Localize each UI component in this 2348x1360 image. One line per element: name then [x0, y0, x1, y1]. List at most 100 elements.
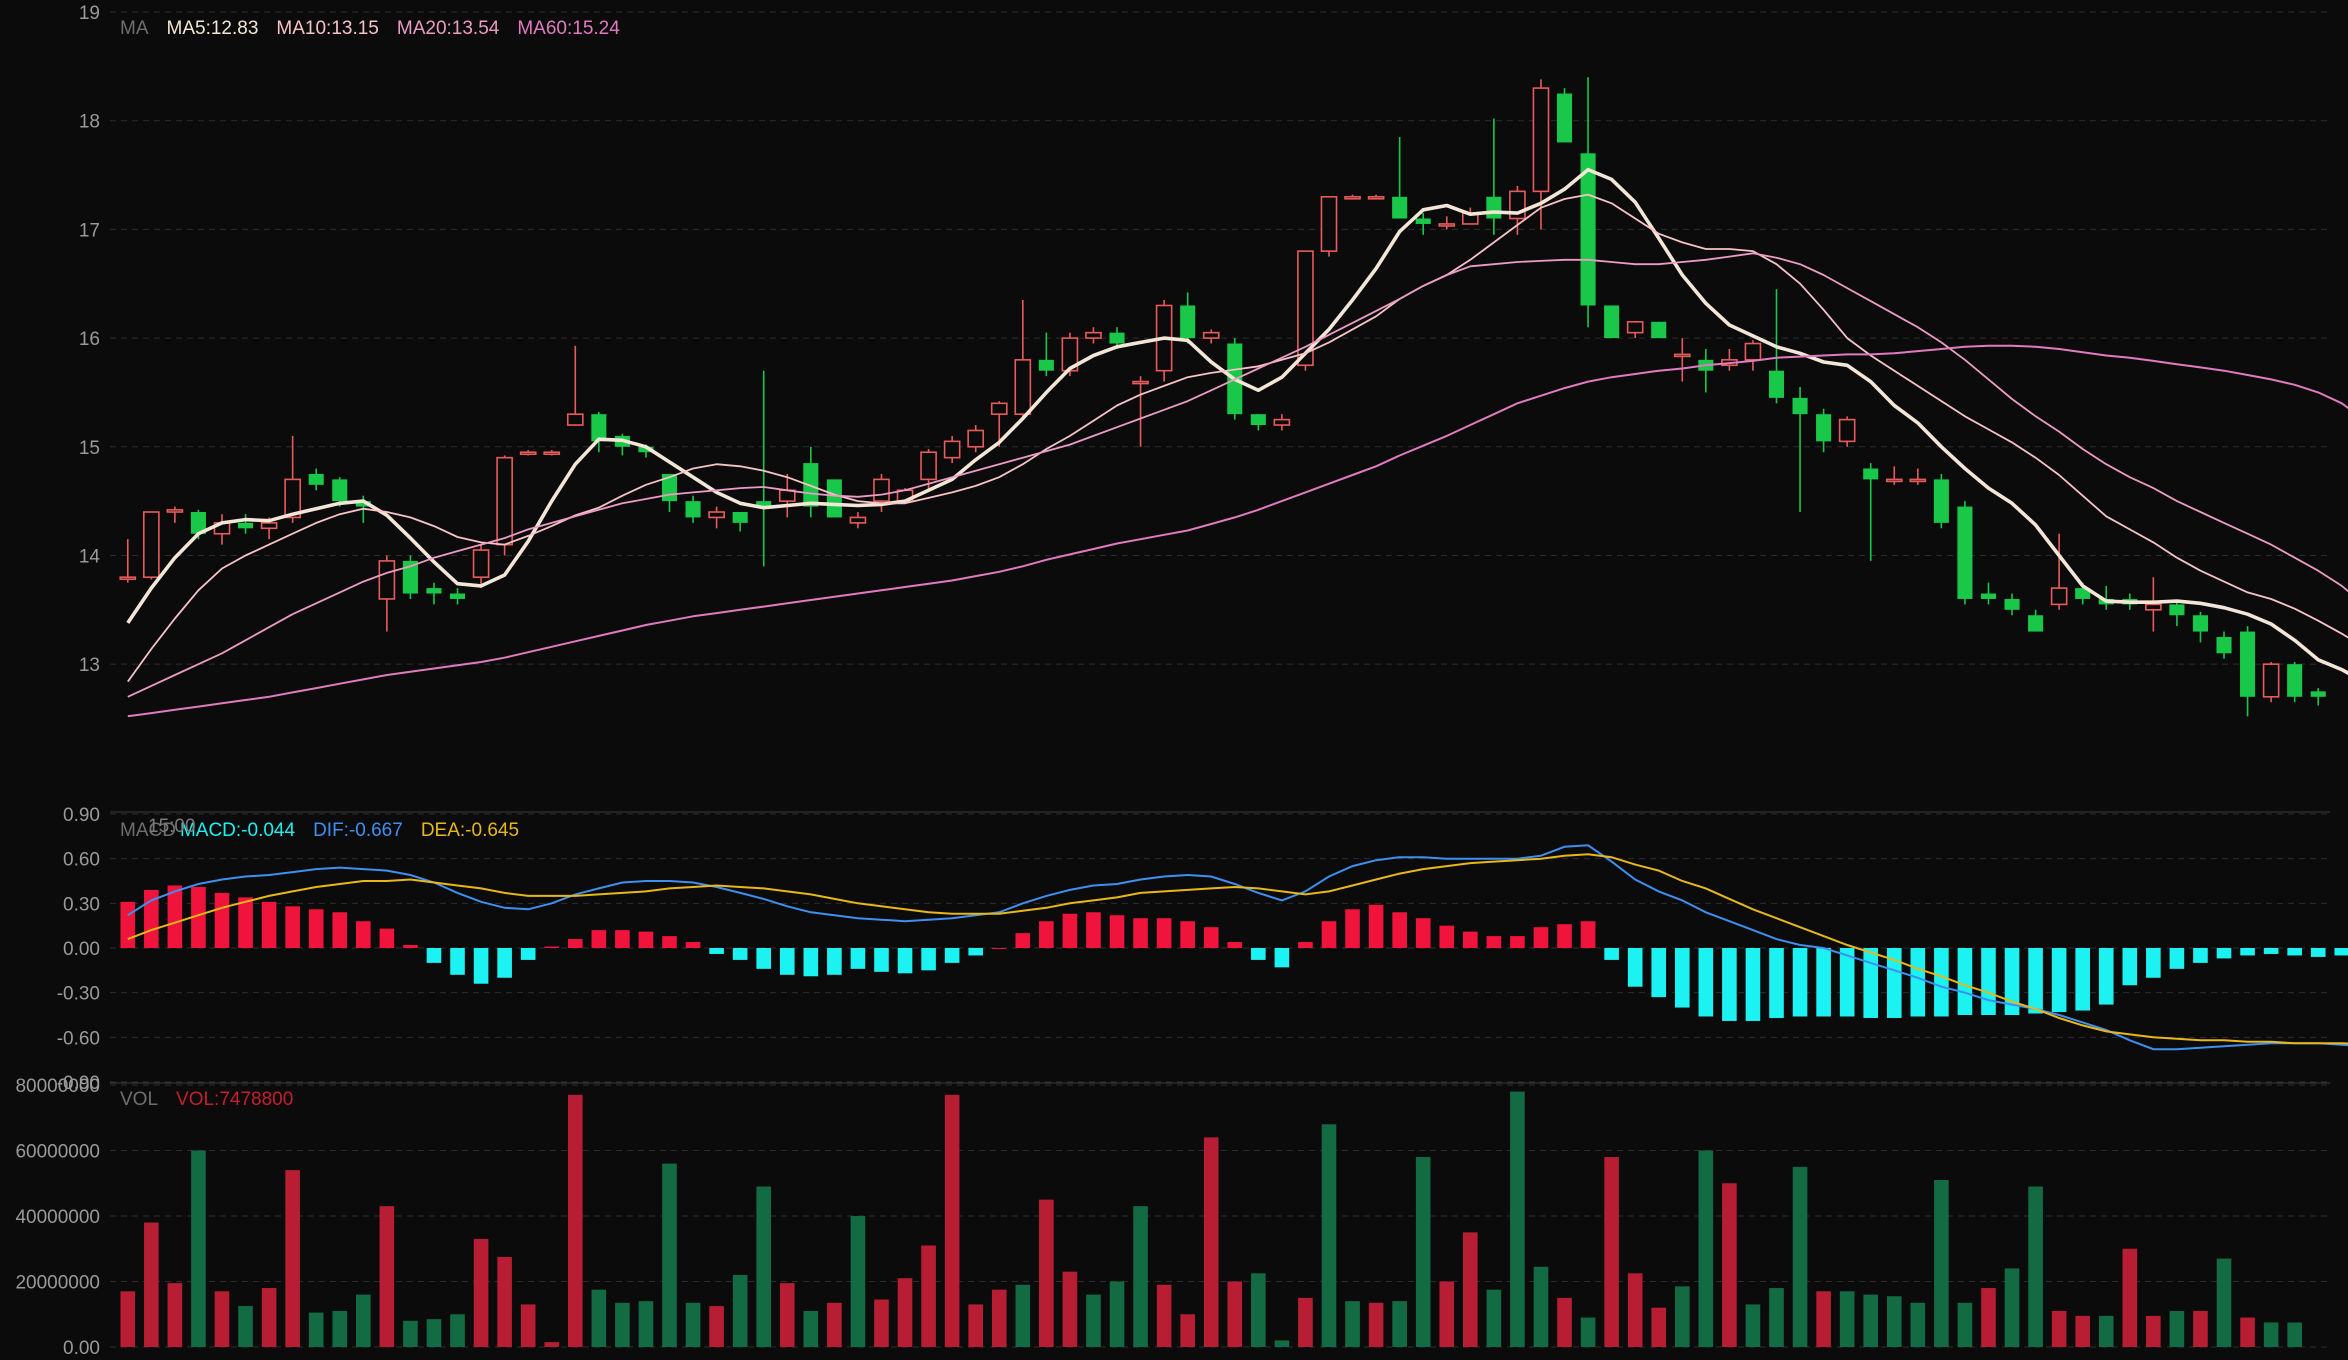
dif-value: DIF:-0.667	[313, 820, 403, 841]
time-value: 15:00	[148, 816, 196, 837]
candle-body-up	[1838, 418, 1856, 443]
macd-bar	[968, 948, 983, 956]
volume-bar	[1627, 1273, 1643, 1347]
candle-body-down	[1768, 370, 1785, 398]
volume-bar	[1486, 1289, 1502, 1347]
candle-body-down	[2310, 691, 2326, 697]
macd-bar	[1039, 921, 1054, 948]
candle-body-down	[1415, 218, 1431, 224]
volume-bar	[261, 1288, 277, 1347]
macd-bar	[1934, 948, 1949, 1017]
macd-bar	[2169, 948, 2185, 969]
macd-bar	[1321, 921, 1337, 948]
candle-body-down	[2216, 637, 2232, 654]
macd-bar	[1368, 904, 1384, 948]
candle-body-down	[2028, 615, 2044, 632]
macd-bar	[1698, 948, 1714, 1017]
macd-bar	[1816, 948, 1831, 1017]
macd-bar	[2240, 948, 2255, 956]
candle-body-up	[519, 451, 537, 456]
candle-body-up	[1744, 342, 1762, 361]
macd-tick-label: 0.60	[63, 850, 100, 871]
candle-body-down	[449, 593, 466, 599]
macd-bar	[1651, 948, 1667, 998]
macd-bar	[1745, 948, 1761, 1021]
volume-bar	[379, 1206, 395, 1347]
volume-bar	[968, 1304, 983, 1347]
candle-body-up	[1014, 359, 1032, 415]
volume-bar	[827, 1302, 842, 1347]
candle-body-up	[2145, 603, 2162, 611]
volume-bar	[1674, 1286, 1690, 1347]
volume-bar	[356, 1294, 371, 1347]
candle-body-down	[685, 501, 701, 518]
volume-bar	[238, 1306, 253, 1347]
price-tick-label: 16	[79, 329, 100, 350]
macd-bar	[332, 912, 348, 948]
macd-bar	[1133, 918, 1148, 948]
volume-bar	[2263, 1322, 2279, 1347]
volume-bar	[615, 1302, 630, 1347]
macd-bar	[685, 942, 701, 948]
volume-bar	[1580, 1317, 1596, 1347]
candle-body-up	[378, 560, 396, 600]
volume-bar	[756, 1186, 772, 1347]
candle-body-down	[1038, 359, 1054, 371]
volume-bar	[1180, 1314, 1195, 1347]
candle-body-down	[591, 414, 607, 442]
macd-bar	[238, 897, 253, 948]
volume-bar	[1439, 1281, 1455, 1347]
macd-bar	[1251, 948, 1266, 960]
volume-bar	[308, 1312, 324, 1347]
macd-bar	[1086, 912, 1101, 948]
volume-bar	[2004, 1268, 2020, 1347]
volume-bar	[944, 1094, 960, 1347]
volume-bar	[1298, 1297, 1313, 1347]
candle-body-up	[2050, 587, 2068, 606]
candle-body-down	[1816, 414, 1832, 442]
candle-body-down	[426, 588, 442, 594]
volume-bar	[1604, 1157, 1619, 1347]
volume-bar	[1510, 1091, 1525, 1347]
volume-bar	[1086, 1294, 1101, 1347]
candle-body-down	[2240, 631, 2256, 697]
candle-body-up	[1367, 195, 1385, 200]
macd-bar	[709, 948, 724, 954]
volume-bar	[2216, 1258, 2232, 1347]
price-tick-label: 15	[79, 438, 100, 459]
macd-bar	[1274, 948, 1290, 968]
volume-bar	[1274, 1340, 1290, 1347]
candle-body-up	[496, 456, 513, 546]
macd-bar	[2287, 948, 2302, 956]
volume-bar	[1062, 1271, 1078, 1347]
macd-bar	[1062, 913, 1078, 948]
volume-bar	[1015, 1284, 1031, 1347]
dea-value: DEA:-0.645	[420, 820, 520, 841]
macd-bar	[1463, 931, 1478, 948]
macd-bar	[1156, 918, 1172, 948]
volume-bar	[1816, 1291, 1831, 1347]
macd-bar	[1345, 909, 1360, 948]
main-legend: MA MA5:12.83 MA10:13.15 MA20:13.54 MA60:…	[120, 18, 620, 40]
price-tick-label: 17	[79, 220, 100, 241]
candle-body-up	[1438, 223, 1456, 227]
volume-bar	[1345, 1301, 1360, 1347]
macd-bar	[567, 939, 583, 948]
volume-bar	[1463, 1232, 1478, 1347]
ma-label: MA	[120, 18, 149, 39]
macd-tick-label: -0.60	[57, 1028, 100, 1049]
volume-bar	[1156, 1284, 1172, 1347]
vol-tick-label: 60000000	[15, 1142, 100, 1163]
volume-bar	[332, 1310, 348, 1347]
volume-bar	[167, 1283, 183, 1347]
candle-body-down	[1109, 332, 1125, 344]
macd-bar	[638, 931, 654, 948]
volume-bar	[567, 1094, 583, 1347]
macd-bar	[1439, 925, 1455, 948]
candle-body-up	[849, 516, 867, 524]
macd-bar	[1510, 936, 1525, 948]
volume-bar	[1109, 1281, 1125, 1347]
volume-bar	[403, 1320, 418, 1347]
ma20-value: MA20:13.54	[396, 18, 500, 39]
candle-body-down	[1486, 196, 1502, 219]
